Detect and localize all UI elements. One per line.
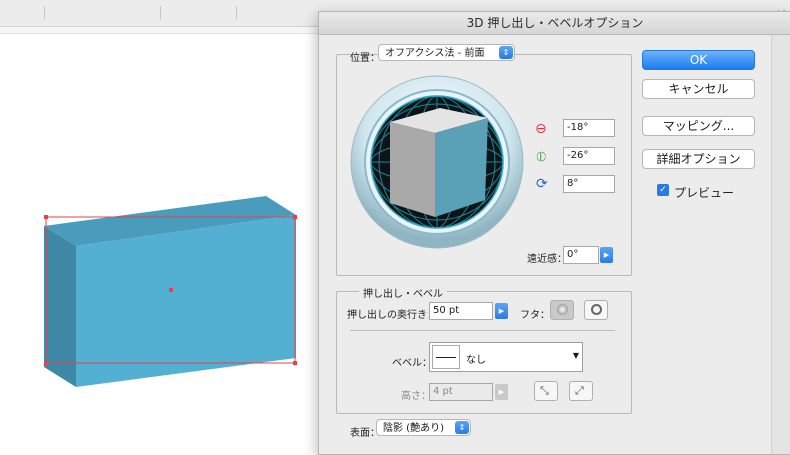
center-point bbox=[169, 288, 173, 292]
selection-handle[interactable] bbox=[44, 361, 48, 365]
control-bar-divider bbox=[160, 6, 161, 20]
cap-off-icon bbox=[591, 304, 602, 315]
cube-left-face bbox=[390, 122, 435, 217]
y-axis-rotation-icon: ⦶ bbox=[536, 149, 547, 165]
bevel-height-field[interactable]: 4 pt bbox=[429, 383, 493, 401]
more-options-button[interactable]: 詳細オプション bbox=[642, 149, 755, 169]
extruded-box-artwork[interactable] bbox=[0, 180, 320, 400]
surface-select[interactable]: 陰影 (艶あり) ⇕ bbox=[376, 419, 471, 436]
perspective-field[interactable]: 0° bbox=[563, 246, 599, 264]
bevel-none-line bbox=[436, 357, 456, 358]
perspective-label: 遠近感： bbox=[527, 254, 567, 265]
extrude-bevel-section-title: 押し出し・ベベル bbox=[359, 285, 447, 300]
control-bar-divider bbox=[236, 6, 237, 20]
selection-handle[interactable] bbox=[44, 215, 48, 219]
extrude-depth-stepper[interactable]: ▶ bbox=[495, 303, 508, 319]
position-label: 位置： bbox=[350, 53, 380, 64]
bevel-preview-swatch bbox=[432, 345, 460, 369]
cap-on-icon bbox=[557, 304, 568, 315]
y-rotation-field[interactable]: -26° bbox=[563, 147, 615, 165]
selection-handle[interactable] bbox=[293, 361, 297, 365]
bevel-select[interactable]: なし ▼ bbox=[429, 342, 583, 372]
position-select-value: オフアクシス法 - 前面 bbox=[385, 48, 485, 59]
x-rotation-field[interactable]: -18° bbox=[563, 119, 615, 137]
bevel-height-stepper[interactable]: ▶ bbox=[495, 384, 508, 400]
extrude-depth-label: 押し出しの奥行き： bbox=[347, 310, 437, 321]
preview-checkbox[interactable]: ✓ bbox=[657, 184, 669, 196]
mapping-button[interactable]: マッピング... bbox=[642, 116, 755, 136]
extrude-bevel-dialog: 3D 押し出し・ベベルオプション 位置： オフアクシス法 - 前面 ⇕ ⊖ -1… bbox=[318, 11, 790, 455]
cap-label: フタ： bbox=[520, 310, 550, 321]
bevel-label: ベベル： bbox=[392, 358, 432, 369]
bevel-extent-in-button[interactable]: ⤢ bbox=[569, 381, 593, 401]
preview-label[interactable]: プレビュー bbox=[674, 184, 734, 201]
bevel-extent-out-icon: ⤡ bbox=[540, 384, 549, 397]
position-select[interactable]: オフアクシス法 - 前面 ⇕ bbox=[378, 44, 515, 61]
ok-button[interactable]: OK bbox=[642, 50, 755, 70]
bevel-extent-in-icon: ⤢ bbox=[575, 384, 584, 397]
cap-off-button[interactable] bbox=[584, 300, 608, 320]
bevel-extent-out-button[interactable]: ⤡ bbox=[534, 381, 558, 401]
bevel-height-label: 高さ： bbox=[401, 391, 431, 402]
chevron-updown-icon: ⇕ bbox=[455, 421, 469, 434]
bevel-select-value: なし bbox=[466, 355, 486, 366]
chevron-down-icon: ▼ bbox=[572, 351, 579, 360]
dialog-title[interactable]: 3D 押し出し・ベベルオプション bbox=[319, 12, 790, 35]
extrude-depth-field[interactable]: 50 pt bbox=[429, 302, 493, 320]
z-rotation-field[interactable]: 8° bbox=[563, 175, 615, 193]
x-axis-rotation-icon: ⊖ bbox=[535, 121, 547, 137]
extrude-bevel-divider bbox=[350, 330, 615, 331]
surface-select-value: 陰影 (艶あり) bbox=[383, 423, 444, 434]
rotation-track-cube[interactable] bbox=[350, 75, 524, 249]
perspective-stepper[interactable]: ▶ bbox=[600, 247, 613, 263]
cancel-button[interactable]: キャンセル bbox=[642, 79, 755, 99]
dialog-resize-edge bbox=[771, 35, 790, 454]
selection-handle[interactable] bbox=[293, 215, 297, 219]
z-axis-rotation-icon: ⟳ bbox=[536, 176, 548, 192]
control-bar-divider bbox=[44, 6, 45, 20]
cap-on-button[interactable] bbox=[550, 300, 574, 320]
chevron-updown-icon: ⇕ bbox=[499, 46, 513, 59]
